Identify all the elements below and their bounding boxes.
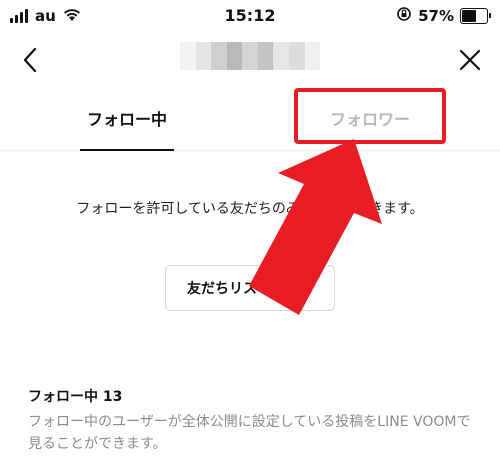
- battery-level: [462, 10, 476, 22]
- chevron-left-icon: [23, 47, 37, 73]
- back-button[interactable]: [14, 44, 46, 76]
- following-count-title: フォロー中 13: [28, 389, 123, 405]
- tab-following-label: フォロー中: [86, 110, 167, 129]
- status-bar: au 15:12 57%: [0, 0, 500, 34]
- blurred-account-name: [180, 42, 321, 70]
- orientation-lock-icon: [396, 6, 412, 26]
- active-tab-indicator: [80, 149, 174, 151]
- follow-permission-notice: フォローを許可している友だちのみフォローできます。: [76, 201, 424, 217]
- following-description: フォロー中のユーザーが全体公開に設定している投稿をLINE VOOMで見ることが…: [28, 414, 471, 452]
- view-friends-list-button[interactable]: 友だちリストを見る: [165, 265, 335, 311]
- status-right: 57%: [396, 6, 491, 26]
- battery-icon: [460, 8, 491, 24]
- close-button[interactable]: [454, 44, 486, 76]
- highlight-box: [294, 88, 446, 144]
- nav-bar: [0, 34, 500, 84]
- close-icon: [459, 49, 481, 71]
- battery-percent: 57%: [418, 7, 454, 25]
- tab-following[interactable]: フォロー中: [80, 86, 174, 151]
